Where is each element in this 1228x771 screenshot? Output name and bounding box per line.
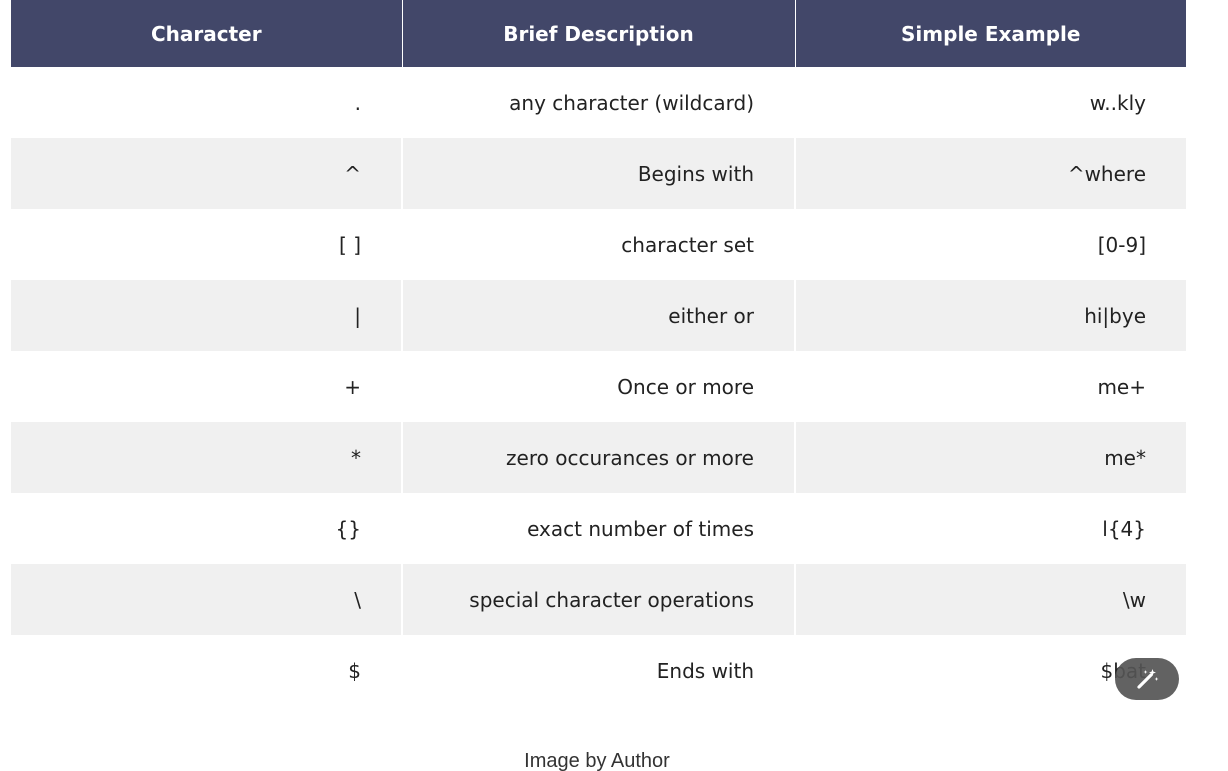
cell-character: +	[11, 351, 403, 422]
magic-edit-button[interactable]	[1115, 658, 1179, 700]
cell-example: me*	[795, 422, 1186, 493]
cell-example: me+	[795, 351, 1186, 422]
table-row: {} exact number of times l{4}	[11, 493, 1186, 564]
header-character: Character	[11, 0, 403, 67]
table-row: . any character (wildcard) w..kly	[11, 67, 1186, 138]
cell-character: \	[11, 564, 403, 635]
regex-table: Character Brief Description Simple Examp…	[11, 0, 1186, 706]
magic-wand-edit-icon	[1137, 669, 1159, 689]
table-body: . any character (wildcard) w..kly ^ Begi…	[11, 67, 1186, 706]
cell-character: |	[11, 280, 403, 351]
cell-example: w..kly	[795, 67, 1186, 138]
cell-character: *	[11, 422, 403, 493]
cell-description: either or	[402, 280, 796, 351]
page: Character Brief Description Simple Examp…	[0, 0, 1228, 771]
cell-example: [0-9]	[795, 209, 1186, 280]
table-row: [ ] character set [0-9]	[11, 209, 1186, 280]
cell-example: hi|bye	[795, 280, 1186, 351]
cell-character: .	[11, 67, 403, 138]
cell-example: l{4}	[795, 493, 1186, 564]
cell-description: exact number of times	[402, 493, 796, 564]
cell-description: any character (wildcard)	[402, 67, 796, 138]
cell-description: Begins with	[402, 138, 796, 209]
cell-description: Ends with	[402, 635, 796, 706]
cell-example: \w	[795, 564, 1186, 635]
cell-description: Once or more	[402, 351, 796, 422]
cell-example: ^where	[795, 138, 1186, 209]
image-caption: Image by Author	[524, 750, 670, 771]
cell-character: {}	[11, 493, 403, 564]
cell-character: $	[11, 635, 403, 706]
table-row: $ Ends with $bat	[11, 635, 1186, 706]
table-row: | either or hi|bye	[11, 280, 1186, 351]
cell-description: zero occurances or more	[402, 422, 796, 493]
cell-description: special character operations	[402, 564, 796, 635]
header-row: Character Brief Description Simple Examp…	[11, 0, 1186, 67]
cell-character: [ ]	[11, 209, 403, 280]
cell-description: character set	[402, 209, 796, 280]
table-row: \ special character operations \w	[11, 564, 1186, 635]
table-row: ^ Begins with ^where	[11, 138, 1186, 209]
table-header: Character Brief Description Simple Examp…	[11, 0, 1186, 67]
header-simple-example: Simple Example	[795, 0, 1186, 67]
table-row: + Once or more me+	[11, 351, 1186, 422]
table-row: * zero occurances or more me*	[11, 422, 1186, 493]
header-brief-description: Brief Description	[402, 0, 796, 67]
cell-character: ^	[11, 138, 403, 209]
